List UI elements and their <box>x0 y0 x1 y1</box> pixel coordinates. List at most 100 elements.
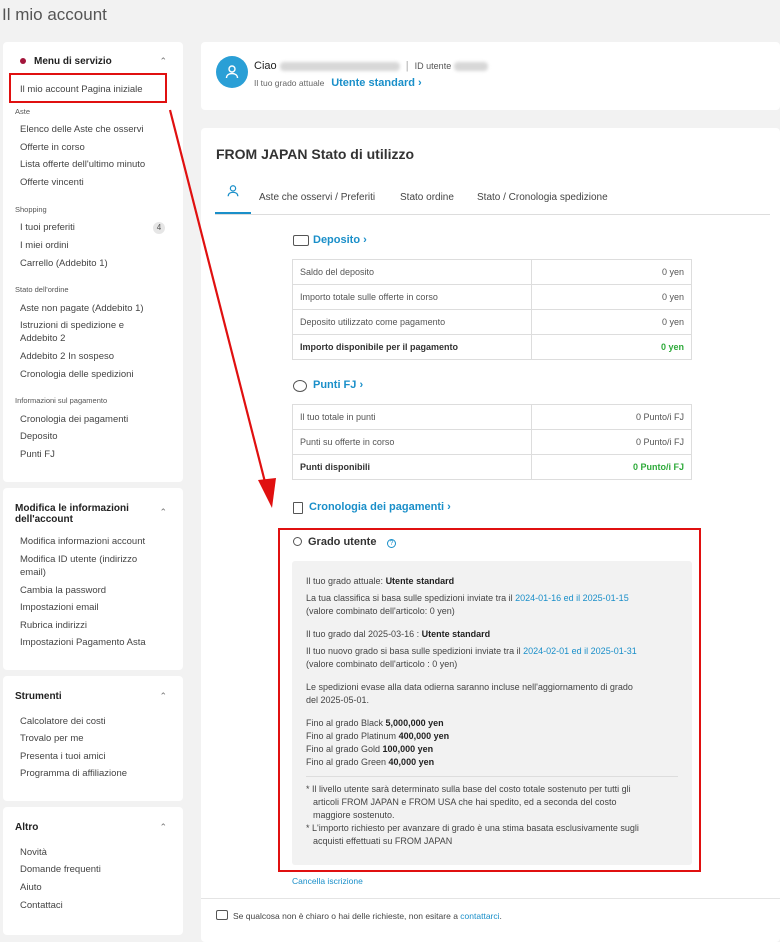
user-id-label: ID utente <box>414 61 452 71</box>
service-menu-card: Menu di servizio ⌃ Il mio account Pagina… <box>3 42 183 482</box>
sidebar-item-unpaid[interactable]: Aste non pagate (Addebito 1) <box>20 302 144 315</box>
points-table: Il tuo totale in punti 0 Punto/i FJ Punti… <box>292 404 692 480</box>
row-label: Il tuo totale in punti <box>292 404 532 430</box>
sidebar-item-faq[interactable]: Domande frequenti <box>20 863 101 876</box>
payment-label: Informazioni sul pagamento <box>15 396 108 405</box>
blurred-user-id <box>454 61 489 71</box>
chevron-up-icon[interactable]: ⌃ <box>159 56 167 67</box>
row-value: 0 yen <box>531 309 692 335</box>
table-row: Importo totale sulle offerte in corso 0 y… <box>292 284 692 310</box>
tools-card: Strumenti ⌃ Calcolatore dei costi Troval… <box>3 676 183 801</box>
sidebar-item-shipment-history[interactable]: Cronologia delle spedizioni <box>20 368 134 381</box>
row-value: 0 yen <box>531 284 692 310</box>
user-icon <box>227 185 239 197</box>
table-row: Punti su offerte in corso 0 Punto/i FJ <box>292 429 692 455</box>
account-edit-title: Modifica le informazioni <box>15 503 129 514</box>
sidebar-item-payment-history[interactable]: Cronologia dei pagamenti <box>20 413 128 426</box>
tools-header[interactable]: Strumenti ⌃ <box>15 691 167 702</box>
row-value: 0 Punto/i FJ <box>531 404 692 430</box>
sidebar-item-last-minute[interactable]: Lista offerte dell'ultimo minuto <box>20 158 145 171</box>
highlight-home-link-box <box>9 73 167 103</box>
payment-history-link[interactable]: Cronologia dei pagamenti › <box>309 501 451 513</box>
sidebar-item-payment-settings[interactable]: Impostazioni Pagamento Asta <box>20 636 146 649</box>
grade-link[interactable]: Utente standard › <box>331 77 421 89</box>
sidebar-item-shipping-instructions-2[interactable]: Addebito 2 <box>20 332 65 345</box>
deposit-link[interactable]: Deposito › <box>313 234 367 246</box>
sidebar-item-orders[interactable]: I miei ordini <box>20 239 69 252</box>
grade-label: Il tuo grado attuale <box>254 78 325 88</box>
service-menu-title: Menu di servizio <box>34 56 112 67</box>
unsubscribe-link[interactable]: Cancella iscrizione <box>292 876 363 886</box>
row-label: Punti su offerte in corso <box>292 429 532 455</box>
sidebar-item-invite-friends[interactable]: Presenta i tuoi amici <box>20 750 106 763</box>
sidebar-item-deposit[interactable]: Deposito <box>20 430 58 443</box>
account-edit-header[interactable]: Modifica le informazioni dell'account ⌃ <box>15 503 167 525</box>
blurred-username <box>279 61 400 71</box>
sidebar-item-edit-id-2[interactable]: email) <box>20 566 46 579</box>
row-label: Importo totale sulle offerte in corso <box>292 284 532 310</box>
sidebar-item-favorites[interactable]: I tuoi preferiti <box>20 221 75 234</box>
auctions-label: Aste <box>15 107 31 116</box>
tab-shipment-history[interactable]: Stato / Cronologia spedizione <box>477 192 608 203</box>
sidebar-item-cost-calculator[interactable]: Calcolatore dei costi <box>20 715 106 728</box>
user-greeting-row: Ciao | ID utente <box>254 60 489 72</box>
contact-link[interactable]: contattarci <box>460 911 499 921</box>
greeting: Ciao <box>254 60 277 72</box>
sidebar-item-edit-id[interactable]: Modifica ID utente (indirizzo <box>20 553 137 566</box>
table-row: Saldo del deposito 0 yen <box>292 259 692 285</box>
sidebar-item-shipping-instructions[interactable]: Istruzioni di spedizione e <box>20 319 124 332</box>
tab-profile[interactable] <box>215 184 251 214</box>
sidebar-item-find-for-me[interactable]: Trovalo per me <box>20 732 84 745</box>
other-header[interactable]: Altro ⌃ <box>15 822 167 833</box>
table-row: Importo disponibile per il pagamento 0 ye… <box>292 334 692 360</box>
sidebar-item-watchlist[interactable]: Elenco delle Aste che osservi <box>20 123 144 136</box>
table-row: Il tuo totale in punti 0 Punto/i FJ <box>292 404 692 430</box>
points-link[interactable]: Punti FJ › <box>313 379 363 391</box>
order-state-label: Stato dell'ordine <box>15 285 69 294</box>
status-title: FROM JAPAN Stato di utilizzo <box>216 146 415 162</box>
sidebar-item-password[interactable]: Cambia la password <box>20 584 106 597</box>
row-label: Importo disponibile per il pagamento <box>292 334 532 360</box>
sidebar-item-current-bids[interactable]: Offerte in corso <box>20 141 85 154</box>
deposit-icon <box>293 235 309 246</box>
sidebar-item-fj-points[interactable]: Punti FJ <box>20 448 55 461</box>
table-row: Deposito utilizzato come pagamento 0 yen <box>292 309 692 335</box>
other-card: Altro ⌃ Novità Domande frequenti Aiuto C… <box>3 807 183 935</box>
footer-help-text: Se qualcosa non è chiaro o hai delle ric… <box>233 911 502 921</box>
sidebar-item-news[interactable]: Novità <box>20 846 47 859</box>
row-label: Deposito utilizzato come pagamento <box>292 309 532 335</box>
sidebar-item-cart[interactable]: Carrello (Addebito 1) <box>20 257 108 270</box>
chevron-up-icon[interactable]: ⌃ <box>159 822 167 833</box>
chevron-up-icon[interactable]: ⌃ <box>159 691 167 702</box>
account-edit-title-2: dell'account <box>15 514 73 525</box>
favorites-count-badge: 4 <box>153 222 165 234</box>
sidebar-item-pending[interactable]: Addebito 2 In sospeso <box>20 350 114 363</box>
row-value: 0 Punto/i FJ <box>531 429 692 455</box>
tab-order-status[interactable]: Stato ordine <box>400 192 454 203</box>
highlight-grade-box <box>278 528 701 872</box>
page-title: Il mio account <box>2 5 107 24</box>
tools-title: Strumenti <box>15 691 62 702</box>
shopping-label: Shopping <box>15 205 47 214</box>
chat-icon <box>216 910 228 920</box>
sidebar-item-address-book[interactable]: Rubrica indirizzi <box>20 619 87 632</box>
row-label: Saldo del deposito <box>292 259 532 285</box>
sidebar-item-edit-account[interactable]: Modifica informazioni account <box>20 535 145 548</box>
sidebar-item-help[interactable]: Aiuto <box>20 881 42 894</box>
sidebar-item-affiliate[interactable]: Programma di affiliazione <box>20 767 127 780</box>
deposit-table: Saldo del deposito 0 yen Importo totale s… <box>292 259 692 360</box>
sidebar-item-email-settings[interactable]: Impostazioni email <box>20 601 99 614</box>
row-label: Punti disponibili <box>292 454 532 480</box>
chevron-up-icon[interactable]: ⌃ <box>159 507 167 518</box>
sidebar-item-contact[interactable]: Contattaci <box>20 899 63 912</box>
service-menu-header[interactable]: Menu di servizio ⌃ <box>20 56 167 67</box>
row-value: 0 Punto/i FJ <box>531 454 692 480</box>
avatar[interactable] <box>216 56 248 88</box>
other-title: Altro <box>15 822 39 833</box>
footer-divider <box>201 898 780 899</box>
sidebar-item-winning[interactable]: Offerte vincenti <box>20 176 84 189</box>
coins-icon <box>293 380 307 392</box>
user-icon <box>225 65 239 79</box>
tab-watchlist[interactable]: Aste che osservi / Preferiti <box>259 192 375 203</box>
user-card: Ciao | ID utente Il tuo grado attuale Ut… <box>201 42 780 110</box>
